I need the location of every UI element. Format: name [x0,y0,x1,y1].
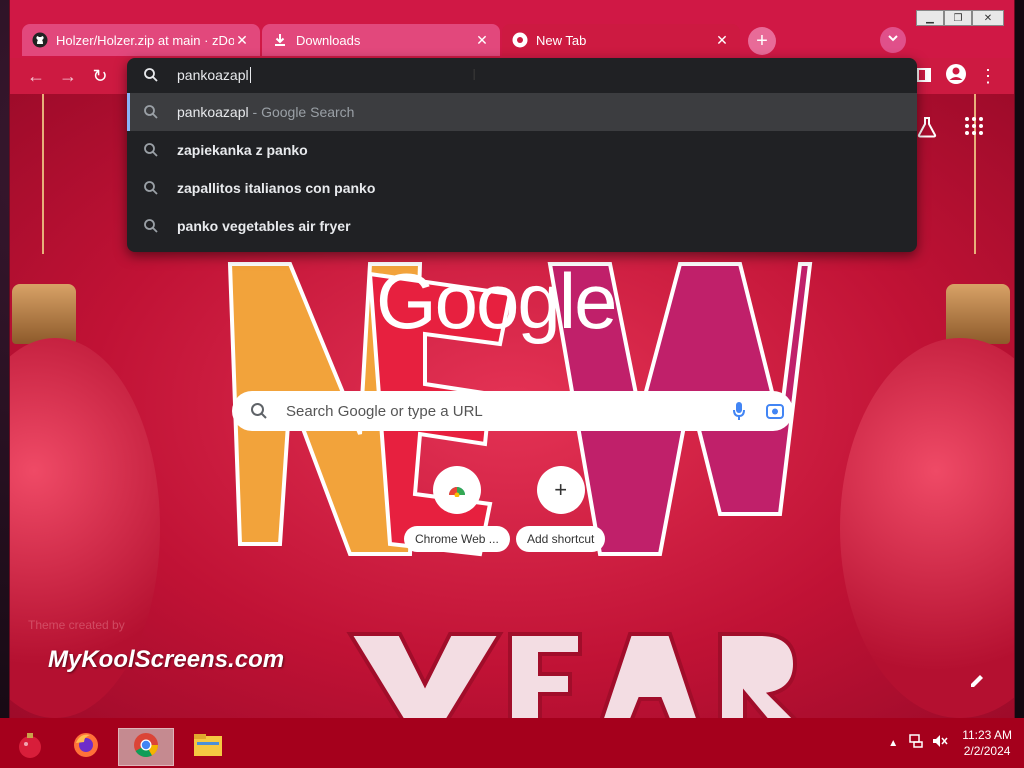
tab-title: Downloads [296,32,361,48]
forward-arrow-icon: → [59,65,77,86]
suggestion-text: zapiekanka z panko [177,142,308,158]
suggestion-text: pankoazapl [177,104,249,120]
omnibox-dropdown[interactable]: pankoazapl pankoazapl - Google Search za… [127,58,917,252]
clock-time: 11:23 AM [962,728,1012,742]
suggestion-label: pankoazapl - Google Search [177,104,354,120]
reload-button[interactable]: ↻ [88,64,112,88]
suggestion-item[interactable]: panko vegetables air fryer [127,207,917,245]
chrome-web-store-icon [432,466,481,514]
search-placeholder: Search Google or type a URL [286,402,483,420]
tab-new-tab[interactable]: New Tab ✕ [502,24,740,56]
close-window-button[interactable]: ✕ [972,10,1004,26]
volume-muted-icon[interactable] [932,734,948,753]
google-apps-icon[interactable] [964,116,984,141]
tab-strip: Holzer/Holzer.zip at main · zDom ✕ Downl… [10,0,1014,58]
shortcut-add[interactable]: + Add shortcut [516,466,606,552]
plus-icon: + [536,466,585,514]
close-tab-icon[interactable]: ✕ [474,32,490,48]
shortcut-label: Add shortcut [516,526,606,552]
minimize-button[interactable]: ▁ [916,10,944,26]
download-icon [272,32,288,48]
maximize-button[interactable]: ❐ [944,10,972,26]
search-icon [232,402,286,420]
suggestion-text: zapallitos italianos con panko [177,180,376,196]
reload-icon: ↻ [92,65,108,86]
menu-button[interactable]: ⋮ [976,64,1000,88]
search-icon [143,180,159,199]
search-icon [143,218,159,237]
omnibox-text: pankoazapl [177,67,249,83]
ornament-right [840,338,1014,718]
side-panel-icon [917,66,931,87]
tab-title: New Tab [536,32,587,48]
minimize-icon: ▁ [926,12,934,24]
suggestion-item[interactable]: pankoazapl - Google Search [127,93,917,131]
new-tab-button[interactable]: + [748,27,776,55]
taskbar-chrome[interactable] [118,728,174,766]
forward-button[interactable]: → [56,64,80,88]
network-icon[interactable] [908,733,924,753]
search-icon [143,67,159,88]
tab-title: Holzer/Holzer.zip at main · zDom [56,32,234,48]
restore-icon: ❐ [953,12,963,24]
profile-button[interactable] [944,63,968,90]
omnibox-input[interactable]: pankoazapl [127,58,917,92]
suggestion-item[interactable]: zapiekanka z panko [127,131,917,169]
ornament-cap [12,284,76,344]
close-tab-icon[interactable]: ✕ [234,32,250,48]
new-tab-label: + [756,29,768,52]
google-lens-icon[interactable] [757,401,793,421]
suggestion-item[interactable]: zapallitos italianos con panko [127,169,917,207]
tab-search-button[interactable] [880,27,906,53]
chrome-icon [512,32,528,48]
tab-downloads[interactable]: Downloads ✕ [262,24,500,56]
google-logo: Google [376,257,618,345]
close-icon: ✕ [983,12,993,24]
holiday-ornament-icon [15,730,45,765]
ornament-cap [946,284,1010,344]
search-icon [143,104,159,123]
ornament-string [42,94,44,254]
clock[interactable]: 11:23 AM 2/2/2024 [962,727,1012,759]
text-cursor-icon: I [472,67,477,84]
shortcut-label: Chrome Web ... [404,526,510,552]
theme-brand[interactable]: MyKoolScreens.com [48,646,284,674]
taskbar-file-explorer[interactable] [180,728,236,766]
more-vert-icon: ⋮ [979,65,997,86]
taskbar: ▲ 11:23 AM 2/2/2024 [0,718,1024,768]
text-caret [249,67,251,83]
search-icon [143,142,159,161]
show-hidden-icons-icon[interactable]: ▲ [888,738,898,749]
customize-pencil-icon[interactable] [968,672,986,695]
chrome-icon [132,731,160,764]
chevron-down-icon [887,31,899,49]
voice-search-icon[interactable] [721,401,757,421]
github-icon [32,32,48,48]
back-arrow-icon: ← [27,65,45,86]
back-button[interactable]: ← [24,64,48,88]
suggestion-suffix: - Google Search [248,104,355,120]
suggestion-text: panko vegetables air fryer [177,218,351,234]
browser-window: Holzer/Holzer.zip at main · zDom ✕ Downl… [10,0,1014,718]
clock-date: 2/2/2024 [963,744,1011,758]
tab-github[interactable]: Holzer/Holzer.zip at main · zDom ✕ [22,24,260,56]
start-button[interactable] [2,728,58,766]
firefox-icon [72,731,100,764]
system-tray: ▲ 11:23 AM 2/2/2024 [888,718,1024,768]
file-explorer-icon [193,732,223,763]
ntp-search-box[interactable]: Search Google or type a URL [232,391,793,431]
avatar-icon [945,63,967,90]
theme-credit[interactable]: Theme created by [28,618,125,632]
taskbar-firefox[interactable] [58,728,114,766]
labs-flask-icon[interactable] [916,116,938,143]
close-tab-icon[interactable]: ✕ [714,32,730,48]
shortcut-chrome-web-store[interactable]: Chrome Web ... [404,466,510,552]
